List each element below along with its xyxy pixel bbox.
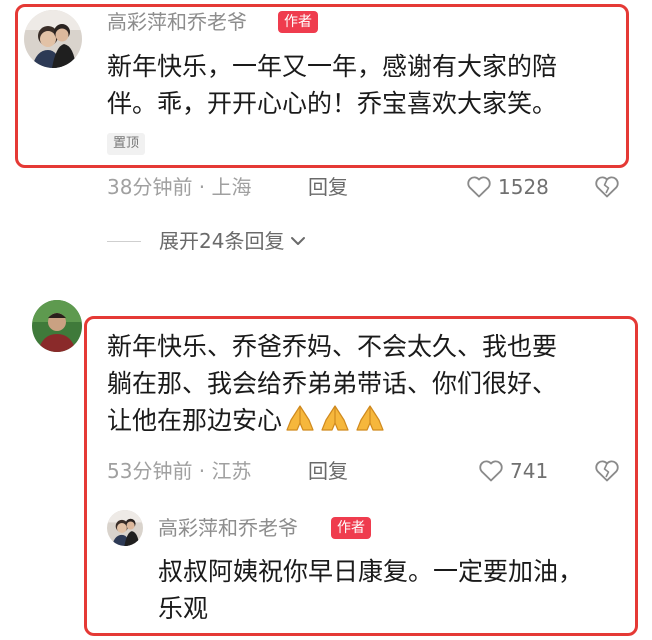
broken-heart-icon[interactable] xyxy=(594,459,620,483)
comment-meta: 38分钟前 · 上海 xyxy=(107,175,252,199)
broken-heart-icon[interactable] xyxy=(594,175,620,199)
pinned-tag: 置顶 xyxy=(107,133,146,155)
reply-username[interactable]: 高彩萍和乔老爷 xyxy=(158,516,298,540)
avatar[interactable] xyxy=(107,510,143,546)
avatar-photo xyxy=(32,300,82,352)
comment-text-line: 新年快乐、乔爸乔妈、不会太久、我也要 xyxy=(107,332,558,361)
heart-icon xyxy=(467,176,491,198)
comment-text-line: 让他在那边安心 xyxy=(107,406,283,435)
avatar-photo xyxy=(107,510,143,546)
author-badge: 作者 xyxy=(331,517,371,539)
avatar[interactable] xyxy=(24,10,82,68)
like-button[interactable]: 741 xyxy=(478,458,548,484)
avatar-photo xyxy=(24,10,82,68)
like-count: 741 xyxy=(510,459,549,483)
like-count: 1528 xyxy=(498,175,549,199)
heart-icon xyxy=(479,460,503,482)
folded-hands-emoji xyxy=(321,405,349,431)
expand-divider xyxy=(107,240,141,242)
comment-text-line: 伴。乖，开开心心的！乔宝喜欢大家笑。 xyxy=(107,89,558,118)
like-button[interactable]: 1528 xyxy=(466,174,549,200)
reply-text[interactable]: 叔叔阿姨祝你早日康复。一定要加油， 乐观 xyxy=(158,553,628,627)
folded-hands-emoji xyxy=(286,405,314,431)
reply-text-line: 乐观 xyxy=(158,594,209,623)
author-badge: 作者 xyxy=(278,11,318,33)
comment-text-line: 新年快乐，一年又一年，感谢有大家的陪 xyxy=(107,52,558,81)
expand-replies-label: 展开24条回复 xyxy=(159,229,285,253)
comment-username[interactable]: 高彩萍和乔老爷 xyxy=(107,10,247,34)
reply-text-line: 叔叔阿姨祝你早日康复。一定要加油， xyxy=(158,557,584,586)
comment-text[interactable]: 新年快乐、乔爸乔妈、不会太久、我也要 躺在那、我会给乔弟弟带话、你们很好、 让他… xyxy=(107,328,627,439)
comment-text-line: 躺在那、我会给乔弟弟带话、你们很好、 xyxy=(107,369,558,398)
comment-meta: 53分钟前 · 江苏 xyxy=(107,459,252,483)
reply-button[interactable]: 回复 xyxy=(308,458,348,484)
folded-hands-emoji xyxy=(356,405,384,431)
chevron-down-icon xyxy=(291,237,306,245)
reply-button[interactable]: 回复 xyxy=(308,174,348,200)
comment-text[interactable]: 新年快乐，一年又一年，感谢有大家的陪 伴。乖，开开心心的！乔宝喜欢大家笑。 xyxy=(107,48,617,122)
expand-replies-button[interactable]: 展开24条回复 xyxy=(107,228,306,254)
avatar[interactable] xyxy=(32,300,82,352)
